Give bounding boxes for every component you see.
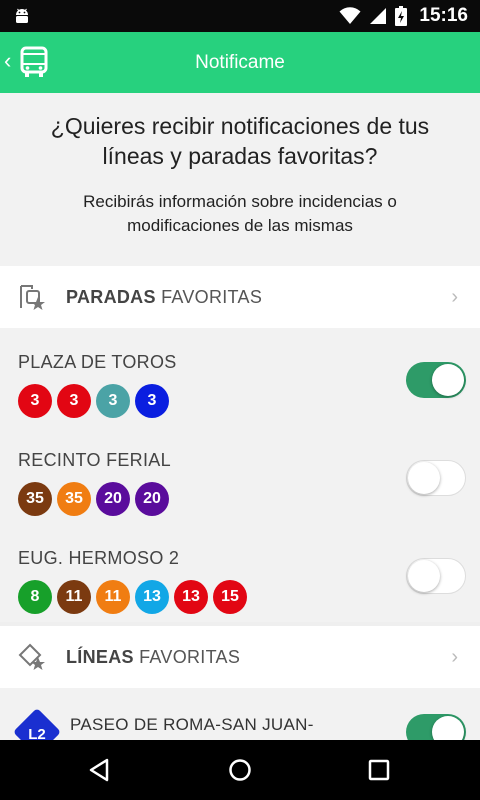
wifi-icon <box>339 7 361 24</box>
home-nav-icon[interactable] <box>220 752 260 788</box>
route-star-icon <box>18 643 45 670</box>
line-badge: 3 <box>96 384 130 418</box>
signal-icon <box>370 8 387 24</box>
app-bar: Notificame ‹ <box>0 32 480 93</box>
line-badge: 20 <box>135 482 169 516</box>
line-badge: 15 <box>213 580 247 614</box>
toggle-knob <box>408 560 440 592</box>
toggle-knob <box>432 716 464 740</box>
stop-lines: 35 35 20 20 <box>18 482 169 516</box>
intro-panel: ¿Quieres recibir notificaciones de tus l… <box>0 93 480 266</box>
favorite-line-item: L2 PASEO DE ROMA-SAN JUAN-PASEO DE ROMA <box>0 688 480 740</box>
toggle-knob <box>408 462 440 494</box>
page-title: Notificame <box>195 52 285 73</box>
chevron-right-icon: › <box>451 646 458 668</box>
line-notification-toggle[interactable] <box>406 714 466 740</box>
line-badge: 13 <box>135 580 169 614</box>
line-badge: 35 <box>57 482 91 516</box>
stop-name: EUG. HERMOSO 2 <box>18 548 180 568</box>
recents-nav-icon[interactable] <box>359 752 399 788</box>
favorite-stops-title: PARADAS FAVORITAS <box>66 287 263 307</box>
line-badge: 11 <box>57 580 91 614</box>
favorite-lines-title: LÍNEAS FAVORITAS <box>66 647 241 667</box>
android-icon <box>16 8 28 23</box>
intro-subtitle: Recibirás información sobre incidencias … <box>83 192 397 235</box>
favorite-lines-header[interactable]: LÍNEAS FAVORITAS › <box>0 626 480 688</box>
line-badge: 13 <box>174 580 208 614</box>
back-chevron-icon[interactable]: ‹ <box>4 49 11 73</box>
favorite-stops-header[interactable]: PARADAS FAVORITAS › <box>0 266 480 328</box>
navigation-bar <box>0 740 480 800</box>
stop-lines: 3 3 3 3 <box>18 384 169 418</box>
chevron-right-icon: › <box>451 286 458 308</box>
line-badge: 11 <box>96 580 130 614</box>
stop-item: EUG. HERMOSO 2 8 11 11 13 13 15 <box>0 524 480 622</box>
stop-notification-toggle[interactable] <box>406 558 466 594</box>
stop-notification-toggle[interactable] <box>406 362 466 398</box>
line-badge: 20 <box>96 482 130 516</box>
stop-item: PLAZA DE TOROS 3 3 3 3 <box>0 328 480 426</box>
stop-name: RECINTO FERIAL <box>18 450 171 470</box>
back-nav-icon[interactable] <box>79 752 119 788</box>
bus-stop-star-icon <box>20 285 45 310</box>
stop-name: PLAZA DE TOROS <box>18 352 177 372</box>
bus-icon[interactable] <box>16 44 52 80</box>
line-badge: 3 <box>18 384 52 418</box>
stop-lines: 8 11 11 13 13 15 <box>18 580 247 614</box>
line-badge: 8 <box>18 580 52 614</box>
line-badge: 35 <box>18 482 52 516</box>
toggle-knob <box>432 364 464 396</box>
intro-question: ¿Quieres recibir notificaciones de tus l… <box>50 113 430 169</box>
stop-item: RECINTO FERIAL 35 35 20 20 <box>0 426 480 524</box>
status-time: 15:16 <box>419 5 468 26</box>
battery-charging-icon <box>395 6 408 26</box>
line-badge-label: L2 <box>28 726 46 740</box>
line-badge: 3 <box>57 384 91 418</box>
status-bar: 15:16 <box>0 0 480 32</box>
line-badge: 3 <box>135 384 169 418</box>
line-name: PASEO DE ROMA-SAN JUAN-PASEO DE ROMA <box>70 715 314 740</box>
stop-notification-toggle[interactable] <box>406 460 466 496</box>
